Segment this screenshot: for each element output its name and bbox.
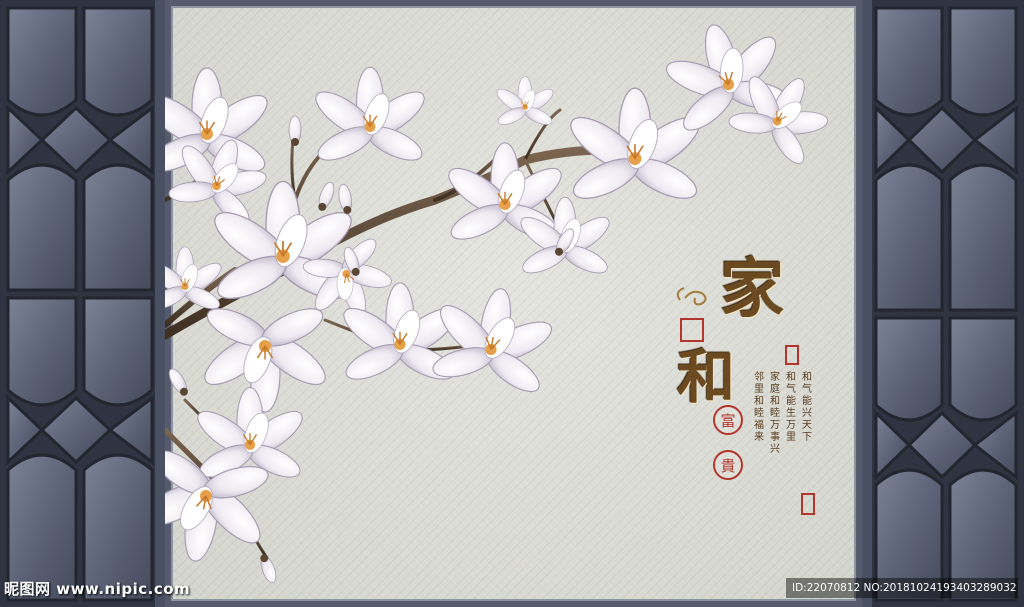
square-seal-bottom	[801, 493, 815, 515]
poem-column-4: 邻里和睦福来	[754, 372, 764, 443]
calligraphy-jia: 家	[720, 252, 784, 327]
round-seal-gui: 貴	[713, 450, 743, 480]
watermark-site: 昵图网 www.nipic.com	[4, 580, 191, 598]
magnolia-wall-art: 家 和 富 貴 和气能兴天下 和气能生万里 家庭和睦万事兴 邻里和睦福来	[165, 0, 862, 607]
left-decor-panel	[0, 0, 165, 607]
right-panel-pattern	[862, 0, 1024, 607]
left-panel-pattern	[0, 0, 165, 607]
calligraphy-he: 和	[677, 343, 736, 411]
poem-column-2: 和气能生万里	[786, 372, 796, 443]
round-seal-fu: 富	[713, 405, 743, 435]
right-decor-panel	[862, 0, 1024, 607]
poem-column-3: 家庭和睦万事兴	[770, 372, 780, 455]
watermark-id: ID:22070812 NO:20181024193403289032	[786, 578, 1018, 598]
poem-column-1: 和气能兴天下	[802, 372, 812, 443]
square-seal-large	[680, 318, 704, 342]
square-seal-small	[785, 345, 799, 365]
